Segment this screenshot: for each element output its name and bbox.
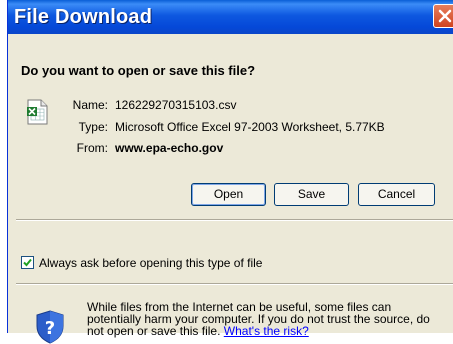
dialog-question: Do you want to open or save this file? xyxy=(21,63,256,78)
whats-the-risk-link[interactable]: What's the risk? xyxy=(224,324,309,338)
excel-csv-file-icon xyxy=(27,99,48,125)
file-download-dialog: File Download Do you want to open or sav… xyxy=(7,0,453,344)
always-ask-label[interactable]: Always ask before opening this type of f… xyxy=(39,256,262,270)
type-label: Type: xyxy=(78,120,108,134)
security-shield-icon: ? xyxy=(36,310,64,344)
background-strip xyxy=(0,0,7,333)
file-type: Microsoft Office Excel 97-2003 Worksheet… xyxy=(115,120,385,134)
file-name: 126229270315103.csv xyxy=(115,98,237,112)
title-bar[interactable]: File Download xyxy=(8,0,453,34)
separator xyxy=(16,219,453,221)
svg-text:?: ? xyxy=(45,318,55,339)
close-icon xyxy=(438,9,452,23)
open-button[interactable]: Open xyxy=(191,183,266,206)
separator xyxy=(16,283,453,285)
close-button[interactable] xyxy=(433,4,453,28)
always-ask-checkbox[interactable] xyxy=(21,256,34,269)
name-label: Name: xyxy=(72,98,108,112)
checkmark-icon xyxy=(23,258,32,267)
cancel-button[interactable]: Cancel xyxy=(358,183,435,206)
save-button[interactable]: Save xyxy=(274,183,349,206)
security-warning: While files from the Internet can be use… xyxy=(87,301,447,337)
dialog-body: Do you want to open or save this file? N… xyxy=(8,34,453,344)
file-source: www.epa-echo.gov xyxy=(115,141,224,155)
window-title: File Download xyxy=(14,6,153,28)
from-label: From: xyxy=(76,141,108,155)
